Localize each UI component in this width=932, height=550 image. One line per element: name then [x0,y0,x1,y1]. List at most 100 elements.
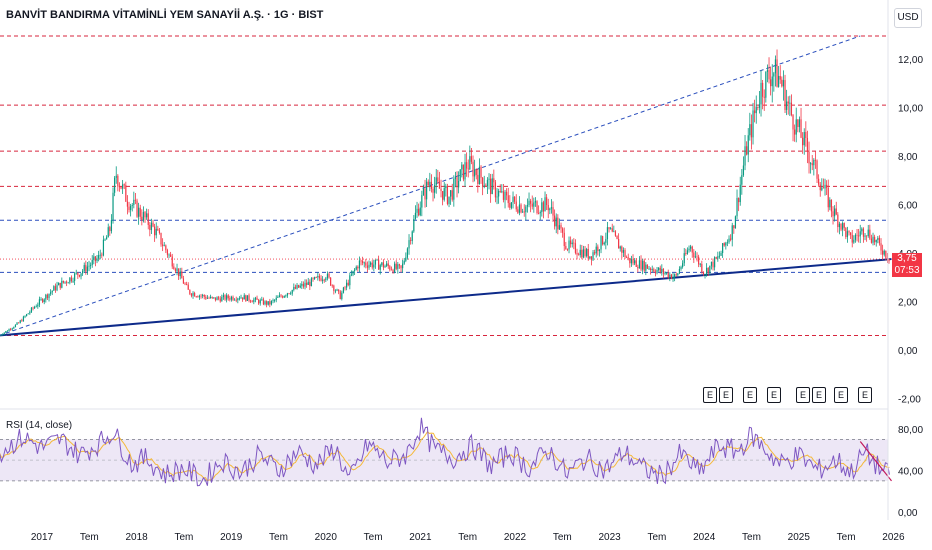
candle-body [403,260,405,264]
candle-body [568,240,570,250]
candle-body [434,184,436,193]
candle-body [158,230,161,233]
candle-body [682,263,684,267]
candle-body [339,291,341,300]
time-axis[interactable]: 2017 Tem 2018 Tem 2019 Tem 2020 Tem 2021 Tem 2022 T… [31,532,905,543]
earnings-marker[interactable]: E [858,387,872,403]
candle-body [534,201,537,203]
candle-body [75,272,77,274]
candle-body [182,278,185,284]
price-axis-tick-label: 10,00 [898,104,923,115]
candle-body [82,270,84,274]
candle-body [621,246,623,253]
candle-body [488,178,490,180]
candle-body [394,263,396,273]
candle-body [619,246,621,249]
candle-body [878,237,881,244]
candle-body [614,231,617,236]
candle-body [109,227,111,232]
candle-body [194,292,196,297]
candle-body [338,289,340,292]
candle-body [35,306,37,308]
candle-body [253,299,255,303]
chart-canvas[interactable]: 12,0010,008,006,004,002,000,00-2,00 80,0… [0,0,932,550]
candle-body [254,297,257,300]
earnings-marker[interactable]: E [796,387,810,403]
earnings-marker[interactable]: E [743,387,757,403]
earnings-marker[interactable]: E [767,387,781,403]
candle-body [712,261,714,268]
candle-body [493,178,495,183]
candle-body [602,236,604,245]
candle-body [288,293,290,295]
candle-body [293,286,295,290]
candle-body [46,294,49,299]
candle-body [245,295,247,301]
earnings-marker[interactable]: E [719,387,733,403]
candle-body [266,301,268,305]
candle-body [21,320,23,322]
candle-body [758,104,761,108]
candle-body [430,181,433,189]
time-axis-tick-label: Tem [174,532,193,543]
price-axis-tick-label: 12,00 [898,55,923,66]
price-axis[interactable]: 12,0010,008,006,004,002,000,00-2,00 [898,55,923,406]
candle-body [736,198,738,217]
candle-body [659,267,661,272]
candle-body [120,186,122,189]
candle-body [555,217,557,227]
candle-body [363,262,365,264]
rsi-indicator-label[interactable]: RSI (14, close) [6,420,72,431]
candle-body [130,205,132,210]
candle-body [590,256,593,260]
rsi-axis[interactable]: 80,00 40,00 0,00 [898,425,923,519]
candle-body [13,327,15,329]
candle-body [491,178,493,195]
candle-body [437,177,439,182]
candle-body [477,174,479,184]
candle-body [805,132,807,138]
candle-body [622,250,625,253]
candle-body [883,250,885,255]
candle-body [746,146,748,155]
candle-body [795,119,797,135]
time-axis-tick-label: Tem [837,532,856,543]
candle-body [552,207,554,216]
candle-body [392,269,394,273]
candle-body [669,274,671,278]
price-axis-tick-label: -2,00 [898,395,921,406]
time-axis-tick-label: 2024 [693,532,716,543]
candle-body [27,313,29,315]
candle-body [77,272,79,275]
earnings-marker[interactable]: E [812,387,826,403]
candle-body [813,159,815,166]
candle-body [550,207,553,209]
earnings-marker[interactable]: E [834,387,848,403]
candle-body [718,255,721,257]
candle-body [61,280,63,288]
candle-body [645,264,647,271]
candle-body [166,250,169,255]
candle-body [584,249,586,256]
candle-body [248,295,250,301]
earnings-marker[interactable]: E [703,387,717,403]
candle-body [349,275,351,286]
candle-body [827,187,829,208]
candle-body [608,227,610,230]
rsi-axis-tick-label: 80,00 [898,425,923,436]
candle-body [418,208,420,216]
candle-body [342,287,345,293]
candle-body [822,187,825,189]
candle-body [298,285,300,288]
candle-body [531,203,533,207]
candle-body [43,299,45,303]
candle-body [302,283,305,287]
candle-body [714,257,716,268]
candle-body [693,252,695,258]
chart-title[interactable]: BANVİT BANDIRMA VİTAMİNLİ YEM SANAYİİ A.… [6,9,323,21]
candle-body [869,229,871,239]
candle-body [646,264,649,269]
currency-button[interactable]: USD [894,8,922,28]
candle-body [222,295,225,298]
candle-body [98,255,100,259]
